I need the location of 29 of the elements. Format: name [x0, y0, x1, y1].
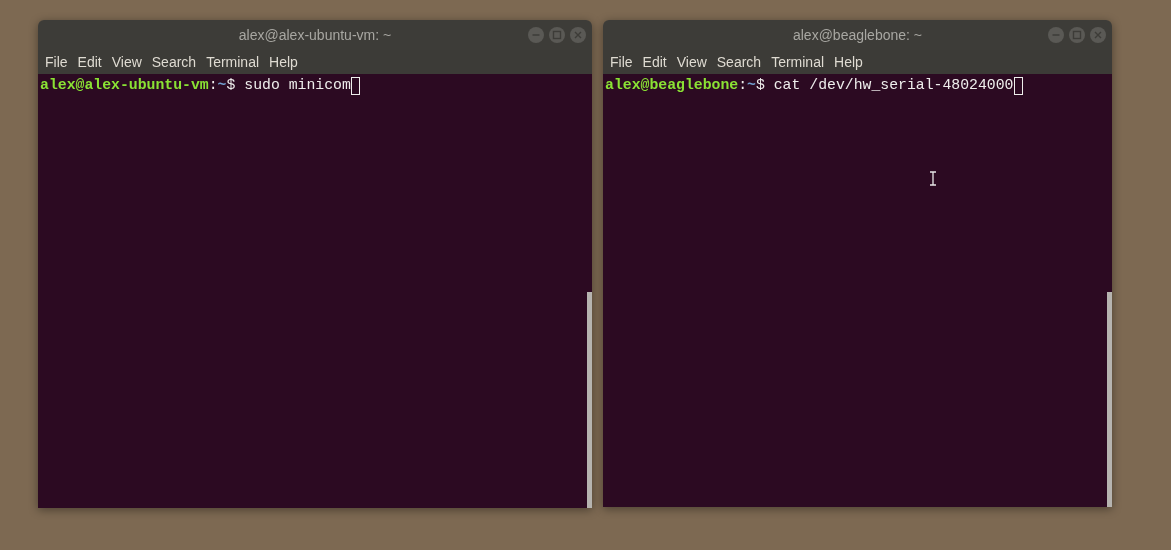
menu-item[interactable]: View [672, 51, 711, 73]
text-cursor [350, 77, 360, 95]
menu-item[interactable]: View [107, 51, 146, 73]
menu-item[interactable]: Edit [638, 51, 671, 73]
maximize-icon[interactable] [549, 27, 565, 43]
scrollbar-thumb[interactable] [587, 292, 592, 508]
menu-item[interactable]: Terminal [767, 51, 829, 73]
menu-item[interactable]: File [41, 51, 72, 73]
menu-item[interactable]: Search [147, 51, 201, 73]
minimize-icon[interactable] [528, 27, 544, 43]
scrollbar-thumb[interactable] [1107, 292, 1112, 507]
prompt-line: alex@alex-ubuntu-vm:~$ sudo minicom [40, 76, 351, 95]
prompt-line: alex@beaglebone:~$ cat /dev/hw_serial-48024000 [605, 76, 1014, 95]
menu-item[interactable]: Help [265, 51, 302, 73]
terminal-area[interactable]: alex@beaglebone:~$ cat /dev/hw_serial-48024000 [603, 74, 1112, 507]
ibeam-pointer-icon [929, 171, 937, 186]
maximize-icon[interactable] [1069, 27, 1085, 43]
terminal-area[interactable]: alex@alex-ubuntu-vm:~$ sudo minicom [38, 74, 592, 508]
close-icon[interactable] [1090, 27, 1106, 43]
close-icon[interactable] [570, 27, 586, 43]
minimize-icon[interactable] [1048, 27, 1064, 43]
menu-item[interactable]: Edit [73, 51, 106, 73]
menu-item[interactable]: File [606, 51, 637, 73]
menu-item[interactable]: Terminal [202, 51, 264, 73]
window-title: alex@beaglebone: ~ [792, 25, 922, 45]
window-title: alex@alex-ubuntu-vm: ~ [238, 25, 392, 45]
text-cursor [1013, 77, 1023, 95]
menu-item[interactable]: Search [712, 51, 766, 73]
menu-item[interactable]: Help [830, 51, 867, 73]
